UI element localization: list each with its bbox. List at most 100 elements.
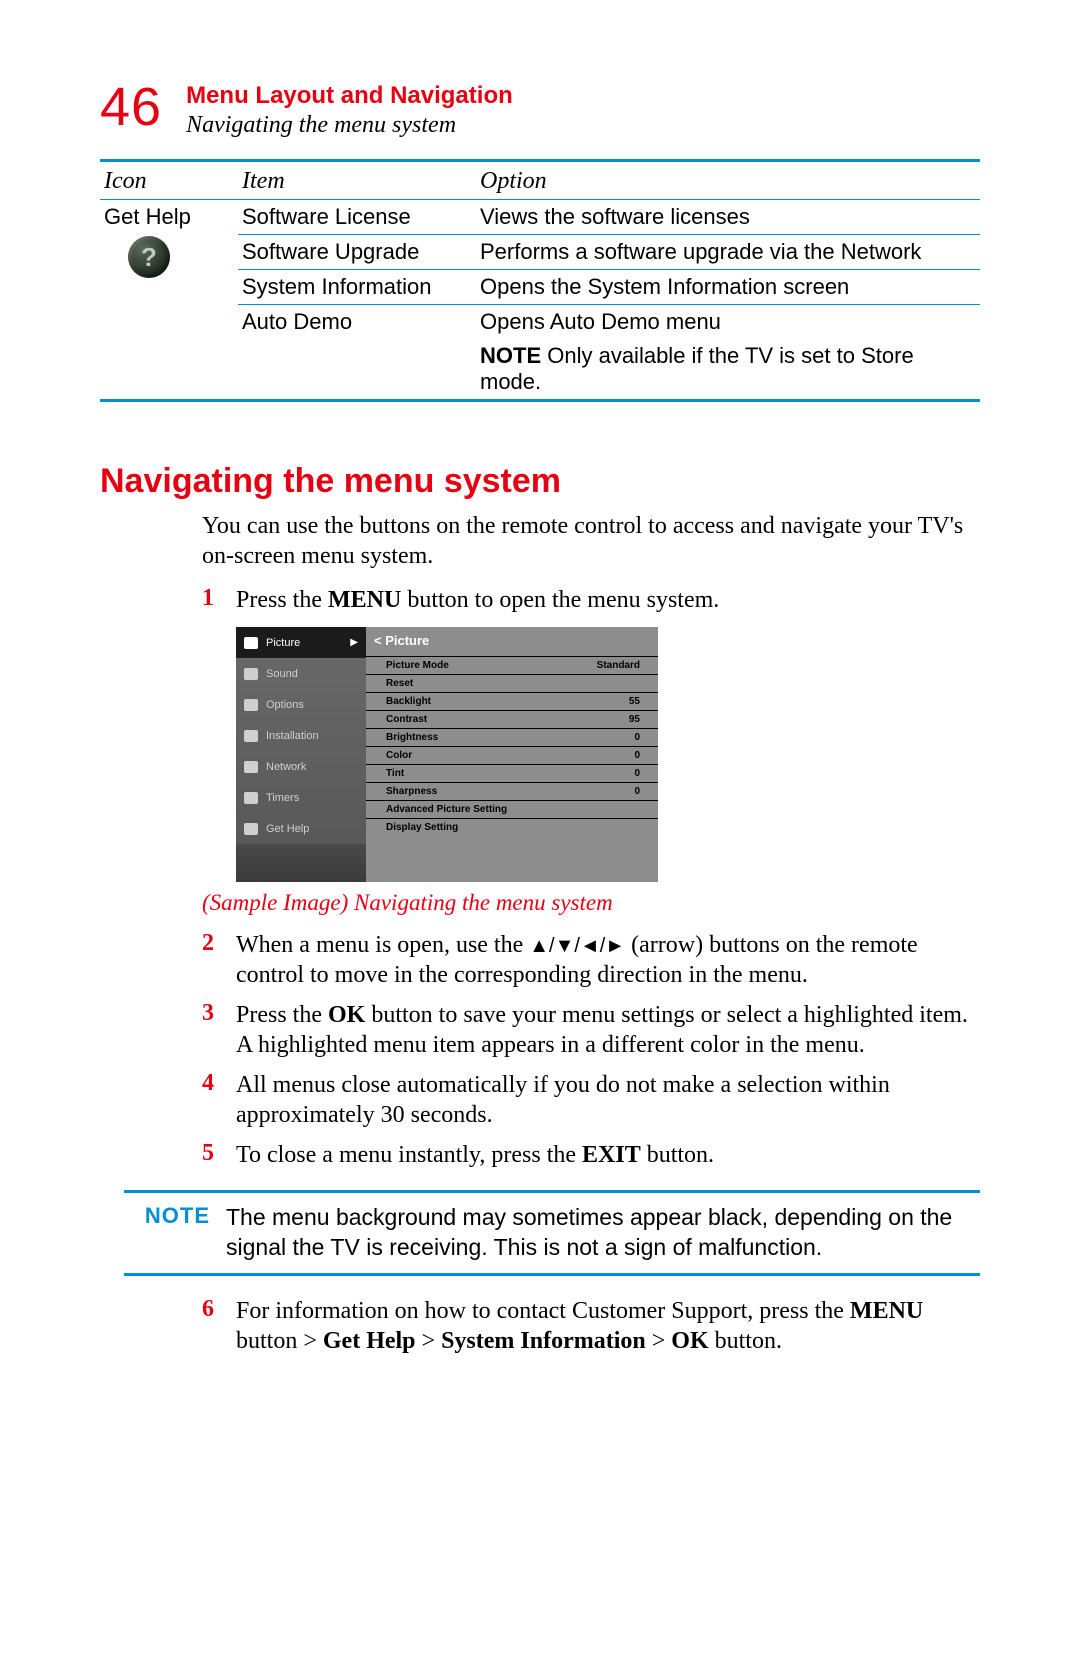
- list-item: Reset: [366, 674, 658, 692]
- table-row: Get Help ? Software License Views the so…: [100, 200, 980, 235]
- cell-item: System Information: [238, 270, 476, 305]
- t: To close a menu instantly, press the: [236, 1142, 582, 1168]
- cell-option: Performs a software upgrade via the Netw…: [476, 235, 980, 270]
- v: 0: [634, 768, 640, 779]
- l: Backlight: [386, 696, 431, 707]
- footnote-text: Only available if the TV is set to Store…: [480, 343, 914, 394]
- cell-option: Opens Auto Demo menu: [476, 305, 980, 340]
- sidebar-item-sound: Sound: [236, 658, 366, 689]
- footnote-bold: NOTE: [480, 343, 541, 368]
- step-text: Press the OK button to save your menu se…: [236, 1000, 980, 1060]
- step-text: All menus close automatically if you do …: [236, 1070, 980, 1130]
- manual-page: 46 Menu Layout and Navigation Navigating…: [0, 0, 1080, 1657]
- v: Standard: [597, 660, 640, 671]
- page-number: 46: [100, 80, 162, 134]
- l: Picture Mode: [386, 660, 449, 671]
- chevron-right-icon: ▶: [350, 637, 358, 648]
- list-item: Contrast95: [366, 710, 658, 728]
- step-number: 3: [202, 1000, 236, 1060]
- screenshot-panel: < Picture Picture Mode Standard Reset Bac…: [366, 627, 658, 882]
- bold: OK: [328, 1002, 365, 1028]
- l: Display Setting: [386, 822, 458, 833]
- speaker-icon: [244, 668, 258, 680]
- t: button to save your menu settings or sel…: [365, 1002, 968, 1028]
- v: 0: [634, 732, 640, 743]
- options-icon: [244, 699, 258, 711]
- tv-icon: [244, 637, 258, 649]
- list-item: Backlight 55: [366, 692, 658, 710]
- bold: Get Help: [323, 1328, 416, 1354]
- step-6: 6 For information on how to contact Cust…: [202, 1296, 980, 1356]
- list-item: Tint 0: [366, 764, 658, 782]
- t: >: [646, 1328, 672, 1354]
- intro-text: You can use the buttons on the remote co…: [202, 511, 980, 571]
- sidebar-item-installation: Installation: [236, 720, 366, 751]
- step-text: When a menu is open, use the ▲/▼/◄/► (ar…: [236, 930, 980, 990]
- step-5: 5 To close a menu instantly, press the E…: [202, 1140, 980, 1170]
- step-text: For information on how to contact Custom…: [236, 1296, 980, 1356]
- list-item: Display Setting: [366, 818, 658, 836]
- chapter-title: Menu Layout and Navigation: [186, 82, 513, 110]
- step-number: 4: [202, 1070, 236, 1130]
- cell-item: Software License: [238, 200, 476, 235]
- t: >: [416, 1328, 442, 1354]
- image-caption: (Sample Image) Navigating the menu syste…: [202, 890, 980, 916]
- sidebar-item-timers: Timers: [236, 782, 366, 813]
- label: Sound: [266, 668, 298, 680]
- t: button to open the menu system.: [401, 587, 719, 613]
- th-icon: Icon: [100, 162, 238, 200]
- question-icon: [244, 823, 258, 835]
- step-3: 3 Press the OK button to save your menu …: [202, 1000, 980, 1060]
- step-number: 1: [202, 585, 236, 615]
- label: Picture: [266, 637, 300, 649]
- panel-title: < Picture: [366, 627, 658, 656]
- step-4: 4 All menus close automatically if you d…: [202, 1070, 980, 1130]
- list-item: Picture Mode Standard: [366, 656, 658, 674]
- t: Press the: [236, 1002, 328, 1028]
- note-body: The menu background may sometimes appear…: [226, 1203, 980, 1263]
- arrow-icons: ▲/▼/◄/►: [529, 935, 625, 957]
- l: Advanced Picture Setting: [386, 804, 507, 815]
- list-item: Advanced Picture Setting: [366, 800, 658, 818]
- chapter-subtitle: Navigating the menu system: [186, 112, 513, 139]
- l: Sharpness: [386, 786, 437, 797]
- sidebar-item-picture: Picture ▶: [236, 627, 366, 658]
- bold: EXIT: [582, 1142, 641, 1168]
- note-label: NOTE: [124, 1203, 226, 1263]
- v: 55: [629, 696, 640, 707]
- bold: System Information: [441, 1328, 646, 1354]
- th-option: Option: [476, 162, 980, 200]
- wrench-icon: [244, 730, 258, 742]
- question-icon: ?: [128, 236, 170, 278]
- bold: MENU: [850, 1298, 923, 1324]
- t: When a menu is open, use the: [236, 932, 529, 958]
- l: Brightness: [386, 732, 438, 743]
- cell-option: Views the software licenses: [476, 200, 980, 235]
- step-2: 2 When a menu is open, use the ▲/▼/◄/► (…: [202, 930, 980, 990]
- l: Tint: [386, 768, 404, 779]
- sidebar-item-gethelp: Get Help: [236, 813, 366, 844]
- sidebar-item-options: Options: [236, 689, 366, 720]
- label: Network: [266, 761, 306, 773]
- list-item: Color0: [366, 746, 658, 764]
- v: 0: [634, 786, 640, 797]
- icon-label: Get Help: [104, 204, 234, 230]
- th-item: Item: [238, 162, 476, 200]
- l: Reset: [386, 678, 413, 689]
- list-item: Brightness 0: [366, 728, 658, 746]
- l: Contrast: [386, 714, 427, 725]
- t: button >: [236, 1328, 323, 1354]
- table-bottom-rule: [100, 399, 980, 402]
- clock-icon: [244, 792, 258, 804]
- step-number: 2: [202, 930, 236, 990]
- step-text: To close a menu instantly, press the EXI…: [236, 1140, 980, 1170]
- t: button.: [641, 1142, 714, 1168]
- v: 0: [634, 750, 640, 761]
- step-text: Press the MENU button to open the menu s…: [236, 585, 980, 615]
- cell-item: Software Upgrade: [238, 235, 476, 270]
- note-block: NOTE The menu background may sometimes a…: [124, 1190, 980, 1276]
- label: Timers: [266, 792, 299, 804]
- cell-item: Auto Demo: [238, 305, 476, 340]
- cell-option: Opens the System Information screen: [476, 270, 980, 305]
- sidebar-item-network: Network: [236, 751, 366, 782]
